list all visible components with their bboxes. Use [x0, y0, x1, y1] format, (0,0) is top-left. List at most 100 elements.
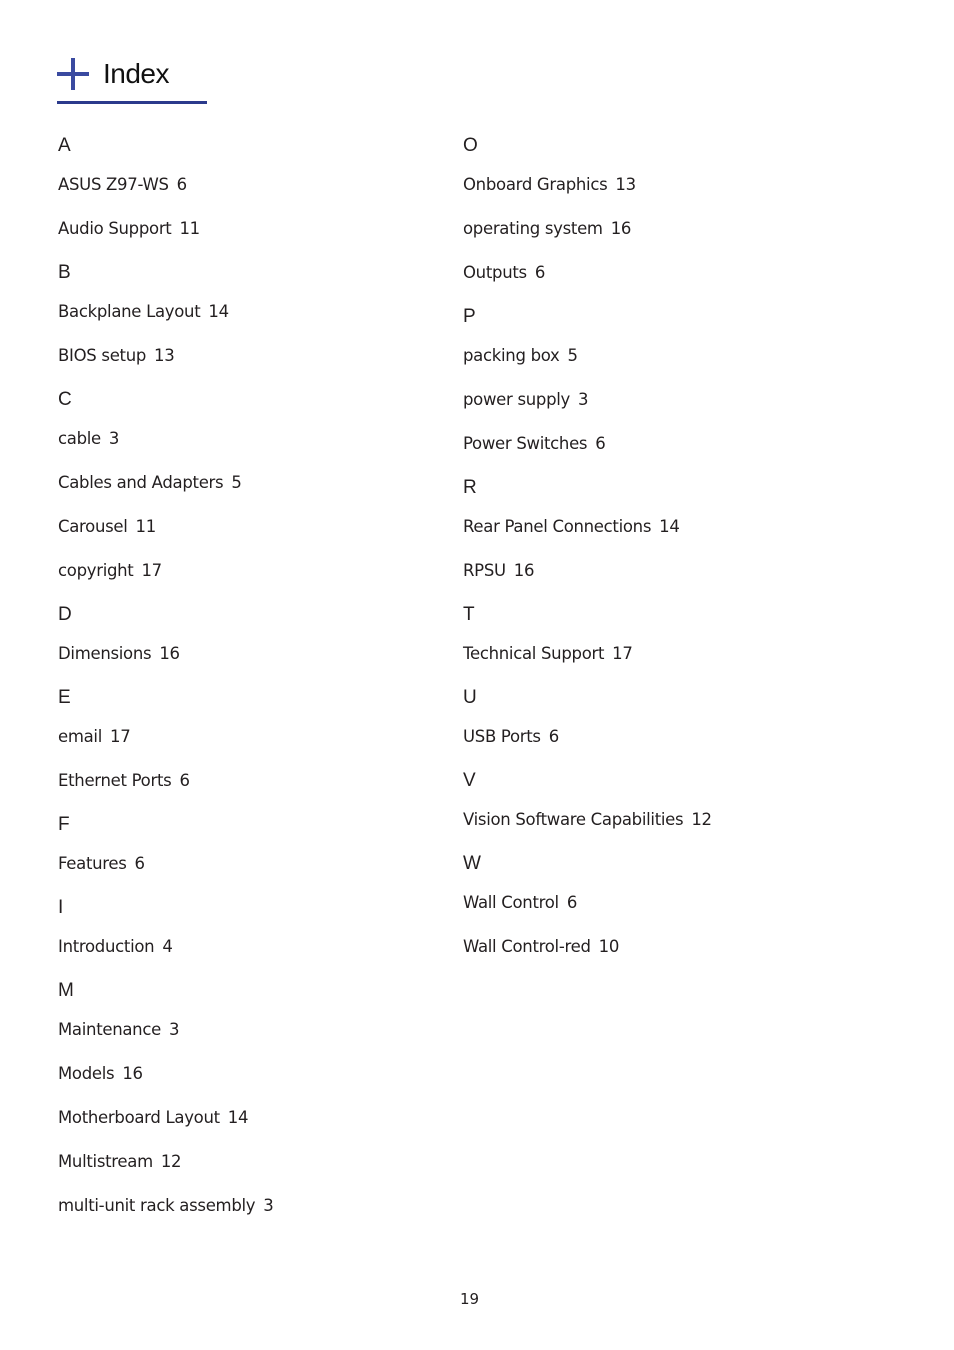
index-entry[interactable]: power supply 3 — [463, 389, 589, 411]
index-entry-page[interactable]: 3 — [578, 390, 589, 409]
index-entry[interactable]: Audio Support 11 — [58, 218, 200, 240]
index-entry-term: Models — [58, 1064, 115, 1083]
index-entry[interactable]: packing box 5 — [463, 345, 578, 367]
index-entry-page[interactable]: 5 — [231, 473, 242, 492]
index-entry[interactable]: Outputs 6 — [463, 262, 545, 284]
index-entry-page[interactable]: 14 — [228, 1108, 249, 1127]
index-entry-page[interactable]: 12 — [691, 810, 712, 829]
index-entry[interactable]: Technical Support 17 — [463, 643, 633, 665]
index-entry-term: Carousel — [58, 517, 128, 536]
index-header: Index — [57, 56, 207, 106]
page-title: Index — [103, 58, 170, 89]
index-entry[interactable]: Cables and Adapters 5 — [58, 472, 242, 494]
page-number: 19 — [460, 1290, 480, 1308]
index-entry[interactable]: Dimensions 16 — [58, 643, 180, 665]
index-entry[interactable]: Features 6 — [58, 853, 145, 875]
index-letter-heading: R — [463, 477, 477, 498]
index-letter-heading: A — [58, 135, 71, 156]
index-entry-term: Technical Support — [463, 644, 605, 663]
index-entry[interactable]: Maintenance 3 — [58, 1019, 179, 1041]
index-entry[interactable]: Onboard Graphics 13 — [463, 174, 636, 196]
index-entry[interactable]: multi-unit rack assembly 3 — [58, 1195, 274, 1217]
index-entry-term: Dimensions — [58, 644, 152, 663]
index-entry-page[interactable]: 3 — [169, 1020, 180, 1039]
index-letter-heading: W — [463, 853, 481, 874]
index-entry[interactable]: BIOS setup 13 — [58, 345, 175, 367]
index-entry[interactable]: Vision Software Capabilities 12 — [463, 809, 712, 831]
index-entry-page[interactable]: 6 — [567, 893, 578, 912]
index-entry-term: Features — [58, 854, 127, 873]
index-entry[interactable]: operating system 16 — [463, 218, 631, 240]
index-entry-page[interactable]: 16 — [159, 644, 180, 663]
index-entry[interactable]: Power Switches 6 — [463, 433, 606, 455]
index-entry[interactable]: copyright 17 — [58, 560, 162, 582]
index-entry-page[interactable]: 11 — [179, 219, 200, 238]
index-letter-heading: I — [58, 897, 64, 918]
index-entry-page[interactable]: 6 — [179, 771, 190, 790]
index-entry-page[interactable]: 6 — [535, 263, 546, 282]
index-entry-term: USB Ports — [463, 727, 541, 746]
index-entry[interactable]: Ethernet Ports 6 — [58, 770, 190, 792]
index-entry-term: BIOS setup — [58, 346, 147, 365]
index-entry-page[interactable]: 6 — [135, 854, 146, 873]
index-letter-heading: M — [58, 980, 74, 1001]
index-entry[interactable]: ASUS Z97-WS 6 — [58, 174, 187, 196]
index-entry-term: ASUS Z97-WS — [58, 175, 169, 194]
index-entry-term: Ethernet Ports — [58, 771, 172, 790]
index-letter-heading: T — [463, 604, 475, 625]
index-entry[interactable]: Motherboard Layout 14 — [58, 1107, 248, 1129]
index-entry-term: Wall Control — [463, 893, 559, 912]
index-letter-heading: E — [58, 687, 71, 708]
index-entry-page[interactable]: 17 — [612, 644, 633, 663]
plus-icon — [57, 58, 89, 90]
index-entry-page[interactable]: 14 — [659, 517, 680, 536]
index-entry-page[interactable]: 11 — [136, 517, 157, 536]
index-entry-page[interactable]: 6 — [595, 434, 606, 453]
index-entry-page[interactable]: 3 — [109, 429, 120, 448]
index-letter-heading: V — [463, 770, 476, 791]
index-letter-heading: B — [58, 262, 71, 283]
index-entry-page[interactable]: 16 — [122, 1064, 143, 1083]
title-underline — [57, 101, 207, 104]
index-entry-term: Maintenance — [58, 1020, 161, 1039]
index-entry[interactable]: USB Ports 6 — [463, 726, 559, 748]
index-entry-page[interactable]: 14 — [208, 302, 229, 321]
index-entry[interactable]: Wall Control-red 10 — [463, 936, 619, 958]
index-entry[interactable]: cable 3 — [58, 428, 119, 450]
index-entry-page[interactable]: 12 — [161, 1152, 182, 1171]
index-entry[interactable]: Rear Panel Connections 14 — [463, 516, 680, 538]
index-entry-page[interactable]: 4 — [162, 937, 173, 956]
index-entry-term: operating system — [463, 219, 603, 238]
index-entry[interactable]: email 17 — [58, 726, 131, 748]
index-entry[interactable]: Carousel 11 — [58, 516, 156, 538]
index-entry-term: Power Switches — [463, 434, 588, 453]
index-entry-page[interactable]: 17 — [110, 727, 131, 746]
index-entry-page[interactable]: 13 — [615, 175, 636, 194]
index-entry-page[interactable]: 17 — [141, 561, 162, 580]
index-entry[interactable]: Wall Control 6 — [463, 892, 577, 914]
index-entry-term: Cables and Adapters — [58, 473, 224, 492]
index-entry[interactable]: RPSU 16 — [463, 560, 534, 582]
index-letter-heading: O — [463, 135, 478, 156]
index-entry[interactable]: Models 16 — [58, 1063, 143, 1085]
index-entry-term: cable — [58, 429, 101, 448]
index-entry-page[interactable]: 3 — [263, 1196, 274, 1215]
index-entry-page[interactable]: 16 — [611, 219, 632, 238]
index-entry-page[interactable]: 10 — [599, 937, 620, 956]
index-entry-page[interactable]: 6 — [177, 175, 188, 194]
index-entry-page[interactable]: 6 — [549, 727, 560, 746]
index-letter-heading: D — [58, 604, 72, 625]
index-entry-page[interactable]: 13 — [154, 346, 175, 365]
index-entry-term: email — [58, 727, 103, 746]
index-entry-term: RPSU — [463, 561, 506, 580]
index-entry-page[interactable]: 16 — [514, 561, 535, 580]
index-entry-term: Introduction — [58, 937, 155, 956]
index-entry[interactable]: Multistream 12 — [58, 1151, 182, 1173]
index-entry-term: Wall Control-red — [463, 937, 591, 956]
index-entry[interactable]: Introduction 4 — [58, 936, 173, 958]
index-entry-page[interactable]: 5 — [568, 346, 579, 365]
index-entry[interactable]: Backplane Layout 14 — [58, 301, 229, 323]
index-entry-term: Rear Panel Connections — [463, 517, 652, 536]
index-entry-term: multi-unit rack assembly — [58, 1196, 256, 1215]
index-entry-term: packing box — [463, 346, 560, 365]
